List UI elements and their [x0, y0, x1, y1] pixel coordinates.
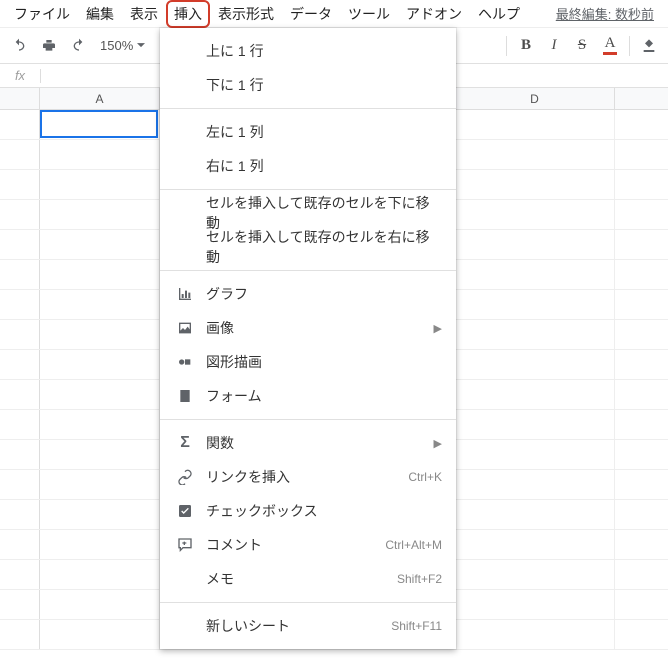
menu-tools[interactable]: ツール [340, 0, 398, 28]
menu-data[interactable]: データ [282, 0, 340, 28]
zoom-value: 150% [100, 38, 133, 53]
chart-icon [174, 286, 196, 302]
text-color-button[interactable]: A [597, 33, 623, 59]
menu-help[interactable]: ヘルプ [470, 0, 528, 28]
link-icon [174, 469, 196, 485]
sigma-icon: Σ [174, 434, 196, 452]
print-button[interactable] [36, 33, 62, 59]
comment-icon [174, 537, 196, 553]
insert-menu-dropdown: 上に 1 行 下に 1 行 左に 1 列 右に 1 列 セルを挿入して既存のセル… [160, 28, 456, 649]
insert-checkbox[interactable]: チェックボックス [160, 494, 456, 528]
insert-link[interactable]: リンクを挿入 Ctrl+K [160, 460, 456, 494]
menu-addons[interactable]: アドオン [398, 0, 470, 28]
form-icon [174, 388, 196, 404]
select-all-corner[interactable] [0, 88, 40, 109]
text-color-label: A [605, 36, 616, 51]
insert-col-left[interactable]: 左に 1 列 [160, 115, 456, 149]
submenu-arrow-icon: ▶ [434, 437, 442, 450]
insert-note[interactable]: メモ Shift+F2 [160, 562, 456, 596]
menu-insert[interactable]: 挿入 [166, 0, 210, 28]
italic-button[interactable]: I [541, 33, 567, 59]
menu-view[interactable]: 表示 [122, 0, 166, 28]
submenu-arrow-icon: ▶ [434, 322, 442, 335]
strike-button[interactable]: S [569, 33, 595, 59]
last-edit-link[interactable]: 最終編集: 数秒前 [556, 4, 662, 23]
col-header-a[interactable]: A [40, 88, 160, 109]
bold-button[interactable]: B [513, 33, 539, 59]
col-header-d[interactable]: D [455, 88, 615, 109]
insert-drawing[interactable]: 図形描画 [160, 345, 456, 379]
insert-row-above[interactable]: 上に 1 行 [160, 34, 456, 68]
insert-row-below[interactable]: 下に 1 行 [160, 68, 456, 102]
menubar: ファイル 編集 表示 挿入 表示形式 データ ツール アドオン ヘルプ 最終編集… [0, 0, 668, 28]
insert-col-right[interactable]: 右に 1 列 [160, 149, 456, 183]
insert-function[interactable]: Σ 関数 ▶ [160, 426, 456, 460]
insert-form[interactable]: フォーム [160, 379, 456, 413]
fill-color-button[interactable] [636, 33, 662, 59]
redo-button[interactable] [66, 33, 92, 59]
menu-edit[interactable]: 編集 [78, 0, 122, 28]
insert-cells-shift-right[interactable]: セルを挿入して既存のセルを右に移動 [160, 230, 456, 264]
insert-image[interactable]: 画像 ▶ [160, 311, 456, 345]
image-icon [174, 320, 196, 336]
insert-new-sheet[interactable]: 新しいシート Shift+F11 [160, 609, 456, 643]
drawing-icon [174, 354, 196, 370]
menu-format[interactable]: 表示形式 [210, 0, 282, 28]
menu-file[interactable]: ファイル [6, 0, 78, 28]
insert-cells-shift-down[interactable]: セルを挿入して既存のセルを下に移動 [160, 196, 456, 230]
insert-comment[interactable]: コメント Ctrl+Alt+M [160, 528, 456, 562]
insert-chart[interactable]: グラフ [160, 277, 456, 311]
zoom-select[interactable]: 150% [96, 38, 149, 53]
undo-button[interactable] [6, 33, 32, 59]
checkbox-icon [174, 503, 196, 519]
fx-label: fx [0, 68, 40, 83]
